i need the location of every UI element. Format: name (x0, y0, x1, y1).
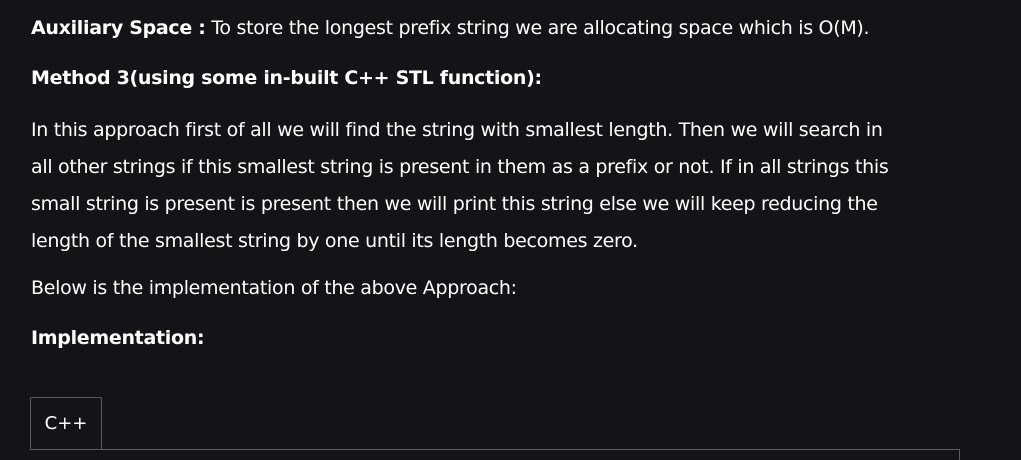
approach-line: all other strings if this smallest strin… (31, 156, 889, 178)
implementation-heading: Implementation: (31, 327, 205, 349)
method3-heading: Method 3(using some in-built C++ STL fun… (31, 67, 542, 89)
code-tabs: C++ (30, 397, 960, 460)
auxiliary-space-label: Auxiliary Space : (31, 17, 206, 39)
approach-line: In this approach first of all we will fi… (31, 119, 883, 141)
code-block (30, 449, 960, 460)
approach-paragraph: In this approach first of all we will fi… (31, 112, 971, 260)
below-implementation-text: Below is the implementation of the above… (31, 277, 517, 299)
tab-cpp[interactable]: C++ (30, 397, 102, 449)
approach-line: small string is present is present then … (31, 193, 878, 215)
auxiliary-space-text: To store the longest prefix string we ar… (205, 17, 870, 39)
auxiliary-space-paragraph: Auxiliary Space : To store the longest p… (31, 14, 870, 42)
approach-line: length of the smallest string by one unt… (31, 230, 638, 252)
